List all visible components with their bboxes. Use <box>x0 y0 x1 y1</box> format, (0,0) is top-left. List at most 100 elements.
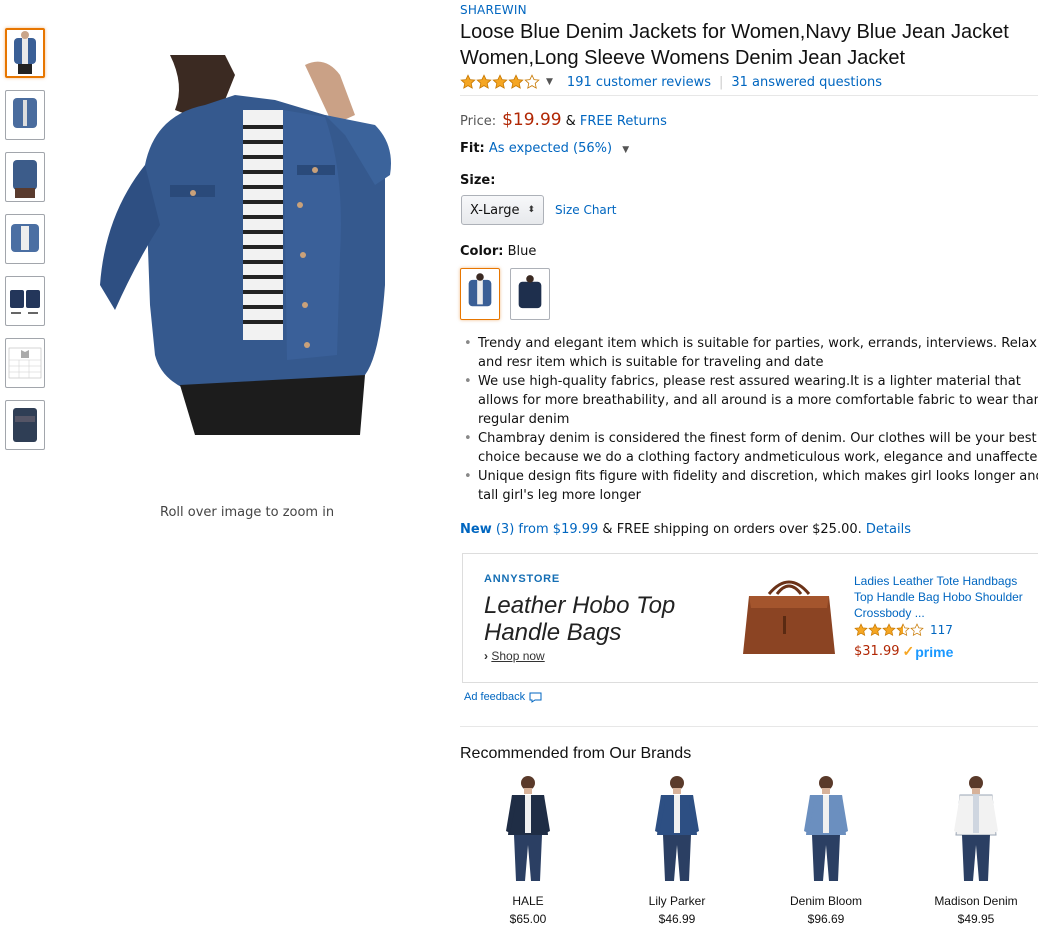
price-row: Price: $19.99 & FREE Returns <box>460 110 1038 130</box>
free-returns-link[interactable]: FREE Returns <box>580 114 667 129</box>
jacket-thumbnail-image <box>13 98 37 128</box>
star-icon <box>492 74 508 89</box>
jacket-thumbnail-image <box>11 224 39 252</box>
recommended-item-price: $46.99 <box>658 912 696 926</box>
jacket-thumbnail-image <box>14 31 36 74</box>
recommended-item-image <box>804 776 848 881</box>
recommended-item-name: Denim Bloom <box>789 894 863 908</box>
prime-label: prime <box>915 643 954 660</box>
thumbnail-side[interactable] <box>5 90 45 140</box>
product-details: SHAREWIN Loose Blue Denim Jackets for Wo… <box>460 0 1038 537</box>
recommended-item-price: $49.95 <box>957 912 995 926</box>
ad-shop-now-label: Shop now <box>491 649 545 663</box>
thumbnail-detail[interactable] <box>5 214 45 264</box>
feature-bullet: We use high-quality fabrics, please rest… <box>460 372 1038 429</box>
rating-row: ▼ 191 customer reviews | 31 answered que… <box>460 72 1038 92</box>
chevron-right-icon: › <box>484 649 488 663</box>
thumbnail-front[interactable] <box>5 28 45 78</box>
jacket-thumbnail-image <box>13 408 37 442</box>
recommended-item[interactable]: Madison Denim $49.95 <box>916 773 1036 926</box>
ad-feedback-label: Ad feedback <box>464 691 526 703</box>
recommended-item-price: $65.00 <box>509 912 547 926</box>
star-icon <box>910 623 924 637</box>
size-chart-link[interactable]: Size Chart <box>555 203 616 217</box>
recommended-item[interactable]: HALE $65.00 <box>468 773 588 926</box>
new-offers-label[interactable]: New <box>460 522 492 537</box>
star-icon <box>524 74 540 89</box>
ad-headline[interactable]: Leather Hobo Top Handle Bags <box>484 592 714 646</box>
price-amp: & <box>565 114 576 129</box>
ad-product-title[interactable]: Ladies Leather Tote Handbags Top Handle … <box>854 573 1024 621</box>
brand-link[interactable]: SHAREWIN <box>460 3 1038 17</box>
price-value: $19.99 <box>502 110 562 130</box>
divider <box>460 95 1038 96</box>
jacket-thumbnail-image <box>13 160 37 198</box>
recommended-item[interactable]: Lily Parker $46.99 <box>617 773 737 926</box>
star-icon <box>460 74 476 89</box>
handbag-image[interactable] <box>739 576 839 658</box>
thumbnail-size-chart[interactable] <box>5 338 45 388</box>
swatch-blue[interactable] <box>460 268 500 320</box>
recommended-item-price: $96.69 <box>807 912 845 926</box>
zoom-hint: Roll over image to zoom in <box>160 505 335 520</box>
product-title-line2: Women,Long Sleeve Womens Denim Jean Jack… <box>460 47 906 69</box>
separator: | <box>718 74 724 90</box>
speech-bubble-icon <box>529 692 542 703</box>
prime-check-icon: ✓ <box>902 643 915 659</box>
recommended-item[interactable]: Denim Bloom $96.69 <box>766 773 886 926</box>
color-value: Blue <box>507 244 537 259</box>
shipping-text: & FREE shipping on orders over $25.00. <box>602 522 862 537</box>
fit-value-link[interactable]: As expected (56%) <box>489 141 612 156</box>
offers-row: New (3) from $19.99 & FREE shipping on o… <box>460 522 1038 537</box>
color-swatches <box>460 268 1038 320</box>
star-icon <box>882 623 896 637</box>
recommended-item-name: Madison Denim <box>934 894 1018 908</box>
size-row: X-Large ⬍ Size Chart <box>460 195 1038 225</box>
thumbnail-back[interactable] <box>5 152 45 202</box>
answered-questions-link[interactable]: 31 answered questions <box>731 75 882 90</box>
rating-dropdown-caret-icon[interactable]: ▼ <box>546 77 553 87</box>
select-arrows-icon: ⬍ <box>527 205 536 215</box>
size-chart-thumbnail-image <box>8 347 42 379</box>
prime-badge: ✓ prime <box>903 643 954 660</box>
feature-bullet: Chambray denim is considered the finest … <box>460 429 1038 467</box>
jacket-swatch-image <box>518 275 542 309</box>
fit-row: Fit: As expected (56%) ▼ <box>460 141 1038 156</box>
recommended-item-image <box>954 776 998 881</box>
ad-price: $31.99 <box>854 644 900 659</box>
size-select[interactable]: X-Large ⬍ <box>461 195 544 225</box>
recommended-item-image <box>506 776 550 881</box>
ad-rating[interactable]: 117 <box>854 623 953 637</box>
sponsored-ad[interactable]: ANNYSTORE Leather Hobo Top Handle Bags ›… <box>462 553 1038 683</box>
fit-dropdown-caret-icon[interactable]: ▼ <box>622 145 629 155</box>
main-product-image[interactable] <box>75 55 405 435</box>
color-label: Color: <box>460 244 504 259</box>
ad-star-rating <box>854 623 924 637</box>
product-title: Loose Blue Denim Jackets for Women,Navy … <box>460 19 1038 71</box>
ad-feedback-link[interactable]: Ad feedback <box>464 691 542 703</box>
ad-rating-count: 117 <box>930 623 953 637</box>
ad-brand: ANNYSTORE <box>484 573 561 585</box>
swatch-navy[interactable] <box>510 268 550 320</box>
star-rating[interactable] <box>460 74 540 90</box>
thumbnail-folded[interactable] <box>5 400 45 450</box>
star-icon <box>854 623 868 637</box>
ad-price-row: $31.99 ✓ prime <box>854 643 953 660</box>
color-row: Color: Blue <box>460 244 1038 259</box>
fit-label: Fit: <box>460 141 485 156</box>
feature-bullet: Unique design fits figure with fidelity … <box>460 467 1038 505</box>
size-selected-value: X-Large <box>469 202 520 218</box>
jacket-thumbnail-image <box>10 290 40 314</box>
size-label: Size: <box>460 173 496 188</box>
star-icon <box>476 74 492 89</box>
recommended-item-image <box>655 776 699 881</box>
star-icon <box>868 623 882 637</box>
recommended-item-name: Lily Parker <box>648 894 706 908</box>
ad-shop-now[interactable]: › Shop now <box>484 649 545 663</box>
recommended-item-name: HALE <box>512 894 544 908</box>
thumbnail-flat[interactable] <box>5 276 45 326</box>
details-link[interactable]: Details <box>866 522 911 537</box>
new-offers-link[interactable]: (3) from $19.99 <box>496 522 598 537</box>
customer-reviews-link[interactable]: 191 customer reviews <box>567 75 711 90</box>
product-title-line1: Loose Blue Denim Jackets for Women,Navy … <box>460 21 1009 43</box>
